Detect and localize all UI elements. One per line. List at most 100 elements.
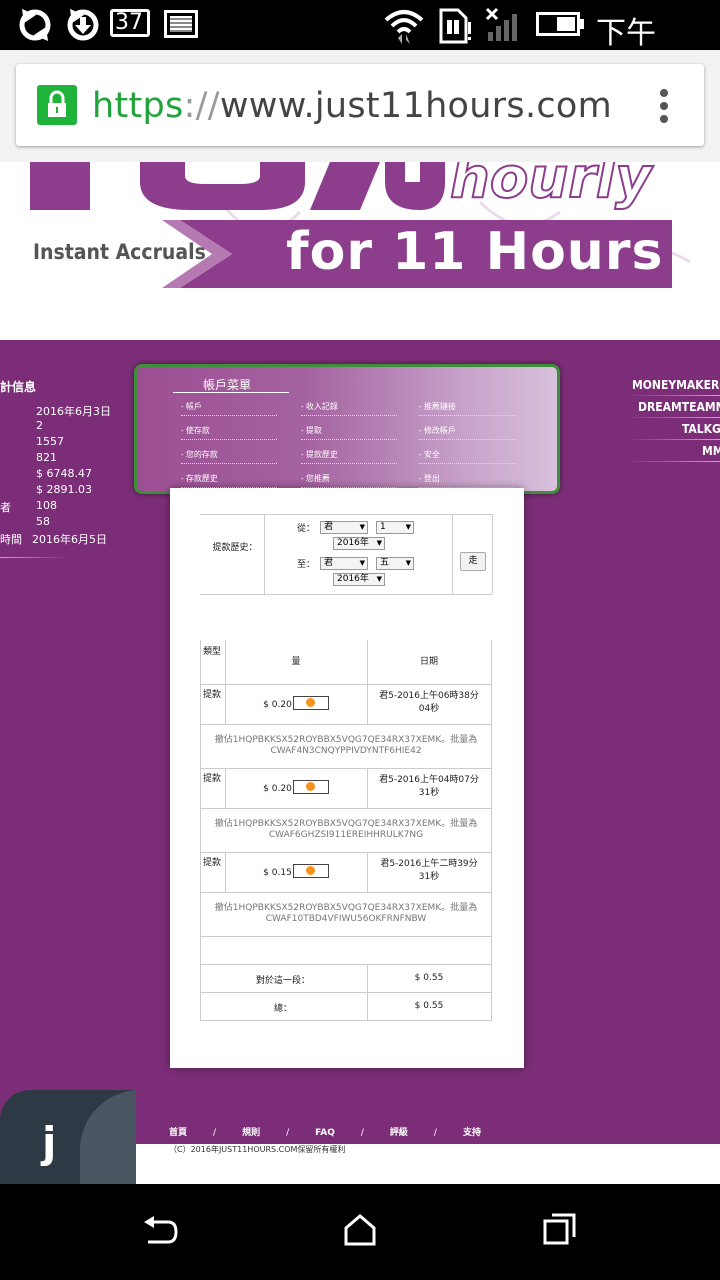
table-rule <box>200 768 201 808</box>
partner-link-label: DREAMTEAMMON <box>638 400 720 414</box>
footer-link[interactable]: 規則 <box>242 1128 260 1138</box>
stats-row: 時間 2016年6月5日 <box>0 531 130 547</box>
account-menu-item[interactable]: - 收入記錄 <box>301 401 397 416</box>
from-year-select[interactable]: 2016年 ▼ <box>333 537 385 550</box>
footer-separator: / <box>213 1128 217 1138</box>
partner-link-label: TALKGO <box>682 422 720 436</box>
row-amount-value: $ 0.15 <box>263 868 292 878</box>
account-menu-item[interactable]: - 提取 <box>301 425 397 440</box>
row-note: CWAF10TBD4VFIWU56OKFRNFNBW <box>265 914 427 924</box>
account-menu-item[interactable]: - 提款歷史 <box>301 449 397 464</box>
battery-icon <box>536 12 580 36</box>
footer-link[interactable]: FAQ <box>315 1128 335 1138</box>
row-date: 君5-2016上午06時38分 <box>379 691 479 701</box>
from-day-select[interactable]: 1 ▼ <box>376 521 414 534</box>
table-rule <box>491 852 492 892</box>
row-amount-value: $ 0.20 <box>263 784 292 794</box>
banner-slogan: for 11 Hours <box>286 222 664 282</box>
footer-link[interactable]: 支持 <box>463 1128 481 1138</box>
secure-lock-icon[interactable] <box>37 85 77 125</box>
footer-separator: / <box>433 1128 437 1138</box>
row-type: 提款 <box>202 858 221 868</box>
table-rule <box>200 992 492 993</box>
row-date: 君5-2016上午二時39分 <box>380 859 478 869</box>
row-type: 提款 <box>202 774 221 784</box>
account-menu-item[interactable]: - 安全 <box>419 449 515 464</box>
table-rule <box>491 768 492 808</box>
recents-icon[interactable] <box>542 1212 578 1248</box>
home-icon[interactable] <box>342 1212 378 1248</box>
account-menu-item[interactable]: - 您的存款 <box>181 449 277 464</box>
stats-row-label: 時間 <box>0 533 22 546</box>
account-menu-item[interactable]: - 修改帳戶 <box>419 425 515 440</box>
row-note: CWAF4N3CNQYPPIVDYNTF6HIE42 <box>270 746 422 756</box>
stats-row: $ 6748.47 <box>0 467 130 483</box>
stats-row-label: 者 <box>0 501 11 514</box>
app-logo-badge[interactable]: j <box>0 1090 136 1184</box>
overflow-menu-icon[interactable] <box>650 86 678 126</box>
table-rule <box>200 684 492 685</box>
to-month-select[interactable]: 君 ▼ <box>320 557 368 570</box>
stats-row-value: 2016年6月5日 <box>32 533 107 546</box>
back-icon[interactable] <box>140 1214 180 1250</box>
url-text[interactable]: https://www.just11hours.com <box>92 85 612 127</box>
copyright: （C）2016年JUST11HOURS.COM保留所有權利 <box>169 1145 346 1154</box>
partner-link-label: MMG <box>702 444 720 458</box>
to-day-select[interactable]: 五 ▼ <box>376 557 414 570</box>
row-date: 君5-2016上午04時07分 <box>379 775 479 785</box>
image-icon <box>164 10 198 38</box>
footer-link[interactable]: 評級 <box>390 1128 408 1138</box>
table-rule <box>200 724 492 725</box>
to-year-select[interactable]: 2016年 ▼ <box>333 573 385 586</box>
table-rule <box>200 936 201 964</box>
partner-link[interactable]: MMG <box>600 444 720 466</box>
android-nav-bar <box>0 1184 720 1280</box>
sim-alert-icon <box>439 8 471 44</box>
from-label: 從： <box>297 524 316 534</box>
footer-link[interactable]: 首頁 <box>169 1128 187 1138</box>
partner-link-rule <box>626 417 720 418</box>
partner-link[interactable]: TALKGO <box>600 422 720 444</box>
from-month-select[interactable]: 君 ▼ <box>320 521 368 534</box>
account-menu-item[interactable]: - 推薦鏈接 <box>419 401 515 416</box>
stats-title: 計信息 <box>0 380 37 394</box>
partner-link[interactable]: MONEYMAKERGROU <box>600 378 720 400</box>
row-note: 撤佔1HQPBKKSX52ROYBBX5VQG7QE34RX37XEMK。批量為 <box>214 819 478 829</box>
table-header: 日期 <box>419 657 438 667</box>
footer: 首頁 / 規則 / FAQ / 評級 / 支持 （C）2016年JUST11HOURS.COM保… <box>136 1112 720 1184</box>
partner-link[interactable]: DREAMTEAMMON <box>600 400 720 422</box>
partner-link-label: MONEYMAKERGROU <box>632 378 720 392</box>
stats-row: 58 <box>0 515 130 531</box>
table-header: 類型 <box>202 647 221 657</box>
url-separator: :// <box>183 86 220 126</box>
table-rule <box>491 964 492 992</box>
withdrawal-history-panel: 提款歷史： 從： 君 ▼ 1 ▼ 2016年 ▼ 至： 君 ▼ 五 ▼ 2016年 ▼ 走 … <box>170 488 524 1068</box>
total-value: $ 0.55 <box>414 1001 444 1011</box>
stats-row: 2016年6月3日 <box>0 403 130 419</box>
table-rule <box>200 892 492 893</box>
table-rule <box>491 640 492 684</box>
account-menu-item[interactable]: - 帳戶 <box>181 401 277 416</box>
row-amount: $ 0.20 <box>226 778 366 796</box>
period-label: 對於這一段： <box>255 976 310 986</box>
table-rule <box>200 852 492 853</box>
partner-link-rule <box>626 461 720 462</box>
battery-saver-icon: 37 <box>110 9 150 37</box>
total-label: 總： <box>273 1004 292 1014</box>
stats-divider <box>0 557 70 558</box>
stats-row: 2 <box>0 419 130 435</box>
stats-row-value: 2016年6月3日 <box>36 405 111 418</box>
account-menu-item[interactable]: - 使存款 <box>181 425 277 440</box>
account-menu-item[interactable]: - 存款歷史 <box>181 473 277 488</box>
wifi-icon <box>384 10 424 44</box>
banner-tagline: Instant Accruals <box>33 240 206 264</box>
table-rule <box>200 684 201 724</box>
go-button[interactable]: 走 <box>460 552 486 571</box>
table-rule <box>200 640 201 684</box>
table-rule <box>200 768 492 769</box>
row-date: 31秒 <box>418 788 440 798</box>
row-type: 提款 <box>202 690 221 700</box>
account-menu-item[interactable]: - 登出 <box>419 473 515 488</box>
stats-row-value: 821 <box>36 451 57 464</box>
account-menu-item[interactable]: - 您推薦 <box>301 473 397 488</box>
